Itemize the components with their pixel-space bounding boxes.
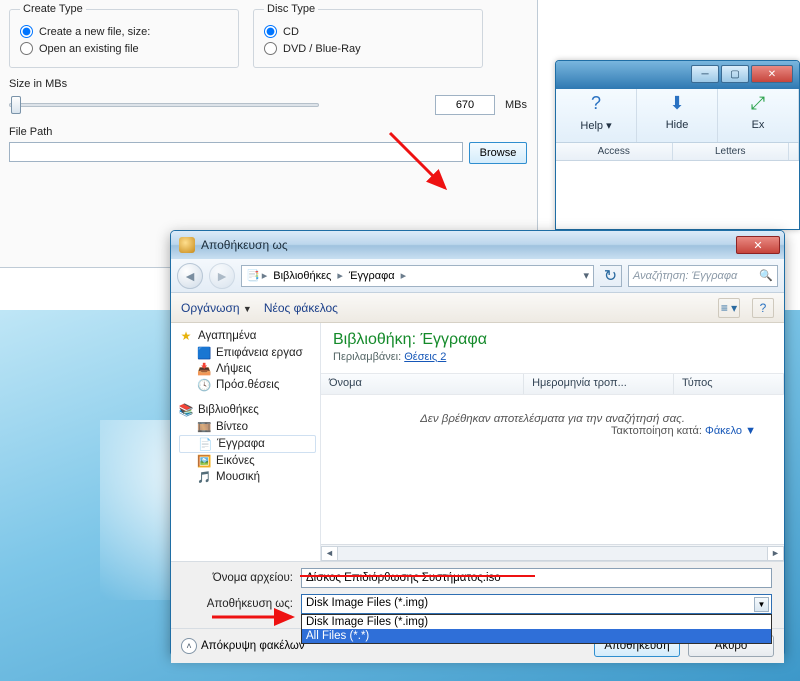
filetype-label: Αποθήκευση ως: <box>183 598 293 610</box>
app-icon <box>179 237 195 253</box>
sidebar-item-downloads[interactable]: 📥Λήψεις <box>179 361 316 377</box>
col-name[interactable]: Όνομα <box>321 374 524 394</box>
radio-open-existing-input[interactable] <box>20 42 33 55</box>
app-panel: Create Type Create a new file, size: Ope… <box>0 0 538 268</box>
sort-by[interactable]: Τακτοποίηση κατά: Φάκελο ▼ <box>611 425 756 437</box>
dialog-title: Αποθήκευση ως <box>201 238 288 252</box>
minimize-button[interactable]: ─ <box>691 65 719 83</box>
maximize-button[interactable]: ▢ <box>721 65 749 83</box>
sidebar-item-music[interactable]: 🎵Μουσική <box>179 469 316 485</box>
filetype-dropdown[interactable]: Disk Image Files (*.img) All Files (*.*) <box>301 614 772 644</box>
filetype-option-all[interactable]: All Files (*.*) <box>302 629 771 643</box>
locations-link[interactable]: Θέσεις 2 <box>404 351 446 363</box>
col-letters[interactable]: Letters <box>673 143 790 160</box>
radio-cd[interactable]: CD <box>264 25 472 38</box>
sidebar-item-pictures[interactable]: 🖼️Εικόνες <box>179 453 316 469</box>
sidebar-favorites[interactable]: ★ Αγαπημένα <box>179 329 316 343</box>
filename-input[interactable] <box>301 568 772 588</box>
radio-create-new-input[interactable] <box>20 25 33 38</box>
file-path-input[interactable] <box>9 142 463 162</box>
help-icon: ? <box>584 93 608 117</box>
libraries-icon: 📚 <box>179 403 193 417</box>
empty-text: Δεν βρέθηκαν αποτελέσματα για την αναζήτ… <box>321 395 784 544</box>
column-headers[interactable]: Όνομα Ημερομηνία τροπ... Τύπος <box>321 373 784 395</box>
size-slider[interactable] <box>9 94 319 116</box>
radio-dvd-input[interactable] <box>264 42 277 55</box>
sidebar-libraries[interactable]: 📚 Βιβλιοθήκες <box>179 403 316 417</box>
filename-label: Όνομα αρχείου: <box>183 572 293 584</box>
save-dialog: Αποθήκευση ως ✕ ◄ ► 📑 ▸ Βιβλιοθήκες ▸ Έγ… <box>170 230 785 655</box>
filetype-option-img[interactable]: Disk Image Files (*.img) <box>302 615 771 629</box>
parent-titlebar: ─ ▢ ✕ <box>556 61 799 89</box>
create-type-legend: Create Type <box>20 3 86 15</box>
cmd-organize[interactable]: Οργάνωση ▼ <box>181 301 252 315</box>
close-button[interactable]: ✕ <box>751 65 793 83</box>
size-unit: MBs <box>505 99 527 111</box>
sidebar: ★ Αγαπημένα 🟦Επιφάνεια εργασ 📥Λήψεις 🕓Πρ… <box>171 323 321 561</box>
sidebar-item-videos[interactable]: 🎞️Βίντεο <box>179 419 316 435</box>
toolbar-ex[interactable]: ⤢ Ex <box>718 89 799 142</box>
disc-type-group: Disc Type CD DVD / Blue-Ray <box>253 3 483 68</box>
hide-icon: ⬇ <box>665 93 689 117</box>
cmd-new-folder[interactable]: Νέος φάκελος <box>264 301 338 315</box>
sidebar-item-recent[interactable]: 🕓Πρόσ.θέσεις <box>179 377 316 393</box>
breadcrumb[interactable]: 📑 ▸ Βιβλιοθήκες ▸ Έγγραφα ▸ ▾ <box>241 265 594 287</box>
refresh-button[interactable]: ↻ <box>600 265 622 287</box>
dialog-titlebar[interactable]: Αποθήκευση ως ✕ <box>171 231 784 259</box>
file-path-label: File Path <box>9 126 527 138</box>
size-input[interactable] <box>435 95 495 115</box>
file-list-area: Βιβλιοθήκη: Έγγραφα Περιλαμβάνει: Θέσεις… <box>321 323 784 561</box>
filetype-combobox[interactable]: Disk Image Files (*.img) ▼ <box>301 594 772 614</box>
expand-icon: ⤢ <box>746 93 770 117</box>
nav-forward-button[interactable]: ► <box>209 263 235 289</box>
browse-button[interactable]: Browse <box>469 142 527 164</box>
col-type[interactable]: Τύπος <box>674 374 784 394</box>
toolbar-help[interactable]: ? Help ▾ <box>556 89 637 142</box>
search-icon: 🔍 <box>759 269 773 282</box>
help-button[interactable]: ? <box>752 298 774 318</box>
chevron-up-icon: ˄ <box>181 638 197 654</box>
sidebar-item-desktop[interactable]: 🟦Επιφάνεια εργασ <box>179 345 316 361</box>
col-access[interactable]: Access <box>556 143 673 160</box>
radio-dvd[interactable]: DVD / Blue-Ray <box>264 42 472 55</box>
radio-create-new[interactable]: Create a new file, size: <box>20 25 228 38</box>
hide-folders-toggle[interactable]: ˄ Απόκρυψη φακέλων <box>181 638 305 654</box>
star-icon: ★ <box>179 329 193 343</box>
chevron-down-icon[interactable]: ▼ <box>754 597 769 612</box>
search-field[interactable]: Αναζήτηση: Έγγραφα 🔍 <box>628 265 778 287</box>
col-date[interactable]: Ημερομηνία τροπ... <box>524 374 674 394</box>
size-label: Size in MBs <box>9 78 527 90</box>
dialog-close-button[interactable]: ✕ <box>736 236 780 254</box>
h-scrollbar[interactable]: ◄► <box>321 544 784 561</box>
folder-icon: 📑 <box>246 269 260 282</box>
disc-type-legend: Disc Type <box>264 3 318 15</box>
radio-open-existing[interactable]: Open an existing file <box>20 42 228 55</box>
toolbar-hide[interactable]: ⬇ Hide <box>637 89 718 142</box>
radio-cd-input[interactable] <box>264 25 277 38</box>
library-heading: Βιβλιοθήκη: Έγγραφα <box>333 331 772 349</box>
create-type-group: Create Type Create a new file, size: Ope… <box>9 3 239 68</box>
sidebar-item-documents[interactable]: 📄Έγγραφα <box>179 435 316 453</box>
parent-window: ─ ▢ ✕ ? Help ▾ ⬇ Hide ⤢ Ex Access Letter… <box>555 60 800 230</box>
nav-back-button[interactable]: ◄ <box>177 263 203 289</box>
view-button[interactable]: ≡ ▾ <box>718 298 740 318</box>
